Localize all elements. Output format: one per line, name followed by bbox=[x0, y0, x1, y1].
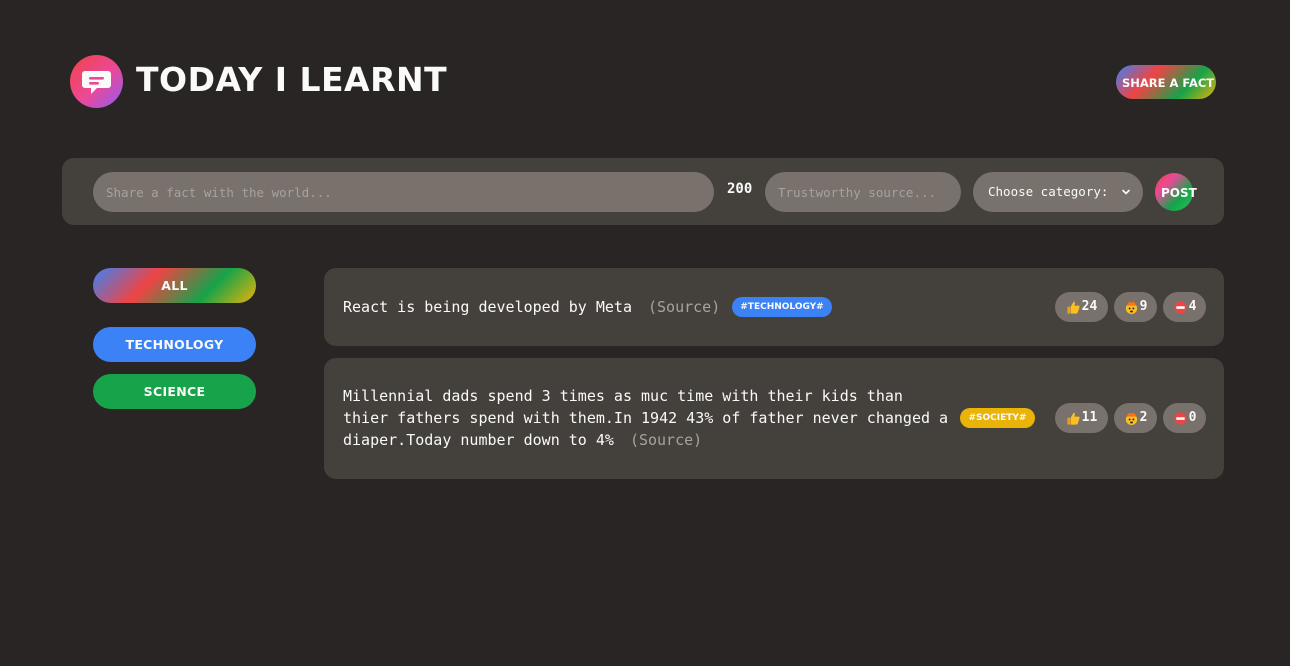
chevron-down-icon bbox=[1122, 189, 1130, 195]
vote-count: 11 bbox=[1081, 410, 1098, 425]
fact-text-input[interactable] bbox=[93, 172, 714, 212]
source-link[interactable]: (Source) bbox=[630, 431, 702, 449]
fact-item: Millennial dads spend 3 times as muc tim… bbox=[324, 358, 1224, 479]
no-entry-icon bbox=[1173, 300, 1187, 314]
vote-mindblowing-button[interactable]: 2 bbox=[1114, 403, 1157, 433]
share-fact-button[interactable]: SHARE A FACT bbox=[1116, 65, 1216, 99]
vote-interesting-button[interactable]: 11 bbox=[1055, 403, 1108, 433]
vote-false-button[interactable]: 4 bbox=[1163, 292, 1206, 322]
app-header: TODAY I LEARNT SHARE A FACT bbox=[70, 55, 1216, 109]
source-link[interactable]: (Source) bbox=[648, 298, 720, 316]
category-button-science[interactable]: SCIENCE bbox=[93, 374, 256, 409]
vote-count: 24 bbox=[1081, 299, 1098, 314]
fact-text: React is being developed by Meta (Source) bbox=[343, 296, 720, 318]
fact-item: React is being developed by Meta (Source)… bbox=[324, 268, 1224, 346]
category-tag: #SOCIETY# bbox=[960, 408, 1035, 428]
category-button-technology[interactable]: TECHNOLOGY bbox=[93, 327, 256, 362]
character-count: 200 bbox=[727, 181, 753, 197]
vote-count: 0 bbox=[1188, 410, 1197, 425]
vote-buttons: 11 2 0 bbox=[1055, 403, 1206, 433]
category-select-value: Choose category: bbox=[988, 184, 1109, 199]
category-select[interactable]: Choose category: bbox=[973, 172, 1143, 212]
mind-blown-icon bbox=[1125, 301, 1137, 314]
vote-count: 9 bbox=[1139, 299, 1148, 314]
category-button-all[interactable]: ALL bbox=[93, 268, 256, 303]
fact-form: 200 Choose category: POST bbox=[62, 158, 1224, 225]
category-tag: #TECHNOLOGY# bbox=[732, 297, 832, 317]
vote-interesting-button[interactable]: 24 bbox=[1055, 292, 1108, 322]
vote-buttons: 24 9 4 bbox=[1055, 292, 1206, 322]
logo bbox=[70, 55, 123, 108]
vote-mindblowing-button[interactable]: 9 bbox=[1114, 292, 1157, 322]
vote-false-button[interactable]: 0 bbox=[1163, 403, 1206, 433]
fact-text: Millennial dads spend 3 times as muc tim… bbox=[343, 385, 953, 451]
fact-text-content: React is being developed by Meta bbox=[343, 298, 632, 316]
no-entry-icon bbox=[1173, 411, 1187, 425]
vote-count: 2 bbox=[1139, 410, 1148, 425]
chat-bubble-icon bbox=[82, 71, 111, 94]
vote-count: 4 bbox=[1188, 299, 1197, 314]
thumbs-up-icon bbox=[1067, 301, 1080, 314]
app-title: TODAY I LEARNT bbox=[136, 60, 448, 99]
source-input[interactable] bbox=[765, 172, 961, 212]
mind-blown-icon bbox=[1125, 412, 1137, 425]
thumbs-up-icon bbox=[1067, 412, 1080, 425]
post-button[interactable]: POST bbox=[1155, 173, 1197, 211]
